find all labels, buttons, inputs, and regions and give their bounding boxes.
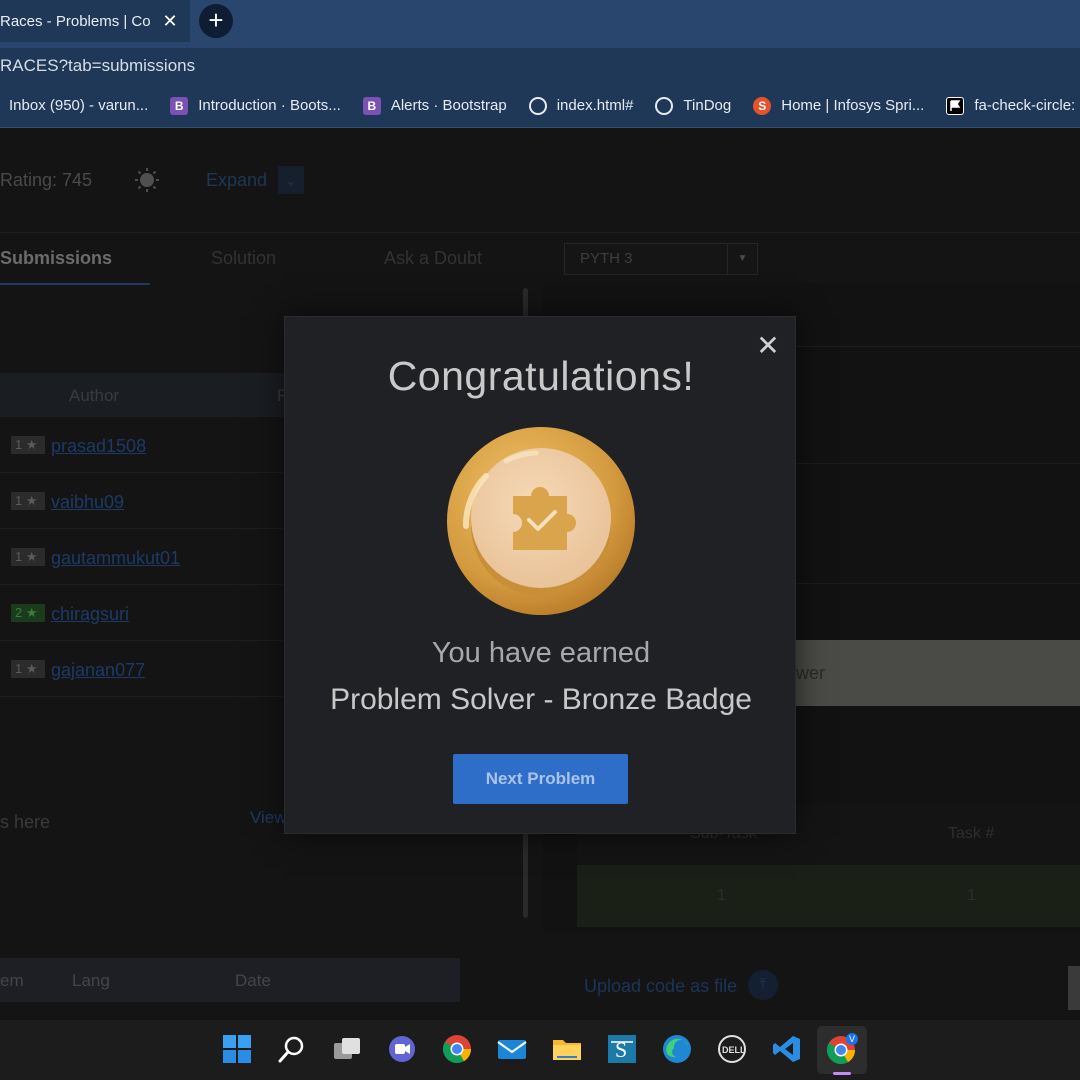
language-select[interactable]: PYTH 3 ▼: [564, 243, 758, 275]
svg-text:S: S: [615, 1037, 627, 1062]
active-app-indicator: [833, 1072, 851, 1075]
bookmark-bootstrap-alerts[interactable]: B Alerts · Bootstrap: [362, 96, 507, 115]
windows-start-icon[interactable]: [221, 1033, 253, 1065]
bookmark-label: Alerts · Bootstrap: [390, 97, 507, 114]
tab-title: Races - Problems | CodeChef: [0, 12, 150, 30]
earned-text: You have earned: [431, 637, 651, 669]
next-problem-button[interactable]: Next Problem: [453, 754, 628, 804]
submissions-table-header: Author R: [0, 373, 300, 417]
bookmark-bootstrap-intro[interactable]: B Introduction · Boots...: [170, 96, 341, 115]
modal-title: Congratulations!: [387, 353, 695, 399]
sway-icon[interactable]: S: [606, 1033, 638, 1065]
new-tab-button[interactable]: +: [199, 4, 233, 38]
table-row: 1 ★ prasad1508: [0, 417, 300, 473]
column-date: Date: [235, 971, 271, 990]
author-link[interactable]: gautammukut01: [51, 548, 180, 569]
column-lang: Lang: [72, 971, 110, 990]
taskbar: S DELL V: [0, 1020, 1080, 1080]
table-row: 1 ★ gautammukut01: [0, 529, 300, 585]
flag-icon: [946, 96, 965, 115]
teams-chat-icon[interactable]: [386, 1033, 418, 1065]
view-link[interactable]: View: [250, 808, 287, 828]
submit-button[interactable]: [1068, 966, 1080, 1010]
bookmark-fa-check[interactable]: fa-check-circle: F: [946, 96, 1080, 115]
edge-icon[interactable]: [661, 1033, 693, 1065]
task-table-row: 1 1: [577, 865, 1080, 927]
bookmark-label: Introduction · Boots...: [198, 97, 341, 114]
author-link[interactable]: chiragsuri: [51, 604, 129, 625]
table-row: 2 ★ chiragsuri: [0, 585, 300, 641]
chrome-profile-icon[interactable]: V: [826, 1033, 858, 1065]
bookmark-label: fa-check-circle: F: [974, 97, 1080, 114]
active-tab-indicator: [0, 283, 150, 285]
svg-text:DELL: DELL: [722, 1045, 746, 1055]
caret-down-icon: ▼: [727, 244, 757, 274]
upload-icon[interactable]: ⤒: [748, 970, 778, 1000]
bronze-badge-medal-icon: [446, 426, 636, 616]
bookmark-inbox[interactable]: Inbox (950) - varun...: [9, 97, 148, 114]
author-link[interactable]: gajanan077: [51, 660, 145, 681]
browser-tab[interactable]: Races - Problems | CodeChef ✕: [0, 0, 190, 42]
infosys-icon: S: [753, 96, 772, 115]
theme-toggle-sun-icon[interactable]: [134, 167, 160, 193]
chevron-down-icon[interactable]: ⌄: [278, 166, 304, 194]
mail-icon[interactable]: [496, 1033, 528, 1065]
task-value: 1: [967, 887, 976, 904]
tab-ask-doubt[interactable]: Ask a Doubt: [384, 248, 482, 269]
bookmark-tindog[interactable]: TinDog: [655, 96, 732, 115]
star-rating-badge: 2 ★: [11, 604, 45, 622]
star-rating-badge: 1 ★: [11, 660, 45, 678]
language-value: PYTH 3: [580, 250, 633, 267]
author-link[interactable]: vaibhu09: [51, 492, 124, 513]
chrome-icon[interactable]: [441, 1033, 473, 1065]
expand-button[interactable]: Expand: [206, 170, 267, 191]
bookmark-label: index.html#: [556, 97, 634, 114]
my-submissions-header: em Lang Date: [0, 958, 460, 1002]
file-explorer-icon[interactable]: [551, 1033, 583, 1065]
table-row: 1 ★ gajanan077: [0, 641, 300, 697]
column-problem: em: [0, 971, 24, 990]
table-row: 1 ★ vaibhu09: [0, 473, 300, 529]
badge-name: Problem Solver - Bronze Badge: [330, 683, 752, 716]
star-rating-badge: 1 ★: [11, 492, 45, 510]
star-rating-badge: 1 ★: [11, 548, 45, 566]
browser-tab-bar: Races - Problems | CodeChef ✕ +: [0, 0, 1080, 48]
bookmark-label: Home | Infosys Spri...: [781, 97, 925, 114]
vscode-icon[interactable]: [771, 1033, 803, 1065]
bookmark-infosys[interactable]: S Home | Infosys Spri...: [753, 96, 925, 115]
bookmark-label: TinDog: [683, 97, 732, 114]
column-task: Task #: [948, 825, 995, 842]
author-link[interactable]: prasad1508: [51, 436, 146, 457]
answer-status-text: wer: [796, 663, 826, 683]
tab-close-icon[interactable]: ✕: [160, 10, 180, 32]
answer-status-bar: wer: [796, 640, 1080, 706]
subtask-value: 1: [717, 887, 726, 904]
star-rating-badge: 1 ★: [11, 436, 45, 454]
task-view-icon[interactable]: [331, 1033, 363, 1065]
submissions-hint: s here: [0, 812, 51, 832]
svg-text:V: V: [849, 1034, 855, 1044]
address-bar[interactable]: RACES?tab=submissions: [0, 48, 1080, 84]
bookmark-label: Inbox (950) - varun...: [9, 97, 149, 114]
congratulations-modal: ✕ Congratulations! You have earned Probl…: [284, 316, 796, 834]
bootstrap-icon: B: [170, 96, 189, 115]
column-author: Author: [69, 386, 120, 405]
tab-solution[interactable]: Solution: [211, 248, 276, 269]
tab-submissions[interactable]: Submissions: [0, 248, 112, 269]
globe-icon: [528, 96, 547, 115]
dell-icon[interactable]: DELL: [716, 1033, 748, 1065]
bookmarks-bar: Inbox (950) - varun... B Introduction · …: [0, 84, 1080, 128]
bootstrap-icon: B: [362, 96, 381, 115]
search-icon[interactable]: [276, 1033, 308, 1065]
upload-code-link[interactable]: Upload code as file: [584, 976, 737, 997]
user-rating: Rating: 745: [0, 170, 93, 190]
globe-icon: [655, 96, 674, 115]
divider: [0, 232, 1080, 233]
screen: Races - Problems | CodeChef ✕ + RACES?ta…: [0, 0, 1080, 1080]
bookmark-index[interactable]: index.html#: [528, 96, 634, 115]
